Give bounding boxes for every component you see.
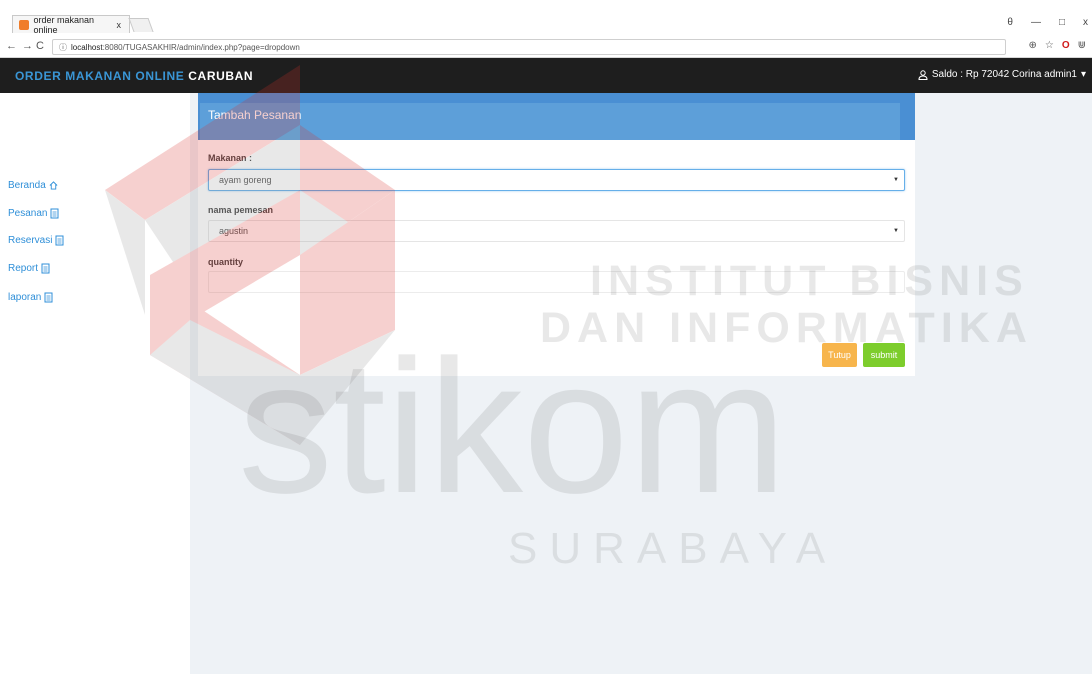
back-icon[interactable]: ←: [6, 40, 17, 52]
brand-name: ORDER MAKANAN ONLINE: [15, 69, 185, 83]
minimize-icon[interactable]: —: [1031, 17, 1041, 28]
sidebar-item-label: Pesanan: [8, 208, 48, 219]
select-caret-icon: ▼: [893, 228, 899, 234]
extension-icon[interactable]: ⋓: [1078, 40, 1086, 51]
tab-close-icon[interactable]: x: [117, 20, 122, 30]
tutup-button[interactable]: Tutup: [822, 343, 857, 367]
clipboard-icon: [41, 263, 50, 274]
browser-tabstrip: order makanan online x θ — □ x: [0, 0, 1092, 37]
brand-title[interactable]: ORDER MAKANAN ONLINE CARUBAN: [15, 69, 253, 83]
sidebar-item-report[interactable]: Report: [8, 263, 50, 274]
main-content: Tambah Pesanan Makanan : ayam goreng ▼ n…: [190, 93, 1092, 674]
nama-pemesan-select[interactable]: agustin ▼: [208, 220, 905, 242]
select-caret-icon: ▼: [893, 177, 899, 183]
sidebar-item-reservasi[interactable]: Reservasi: [8, 235, 64, 246]
maximize-icon[interactable]: □: [1059, 17, 1065, 28]
zoom-icon[interactable]: ⊕: [1028, 40, 1036, 51]
nama-pemesan-label: nama pemesan: [208, 205, 274, 215]
sidebar: Beranda Pesanan Reservasi Report laporan: [0, 93, 190, 674]
profile-icon[interactable]: θ: [1007, 17, 1013, 28]
app-navbar: ORDER MAKANAN ONLINE CARUBAN Saldo : Rp …: [0, 58, 1092, 93]
modal-header: Tambah Pesanan: [198, 93, 915, 140]
submit-button[interactable]: submit: [863, 343, 905, 367]
sidebar-item-label: laporan: [8, 292, 42, 303]
address-bar[interactable]: ⓘ localhost :8080/TUGASAKHIR/admin/index…: [52, 39, 1006, 55]
sidebar-item-pesanan[interactable]: Pesanan: [8, 208, 59, 219]
makanan-label: Makanan :: [208, 153, 253, 163]
clipboard-icon: [55, 235, 64, 246]
forward-icon[interactable]: →: [22, 40, 33, 52]
quantity-input[interactable]: [208, 271, 905, 293]
favicon-icon: [19, 19, 29, 30]
toolbar-icons: ⊕ ☆ O ⋓: [1028, 40, 1086, 51]
bookmark-star-icon[interactable]: ☆: [1045, 40, 1054, 51]
clipboard-icon: [50, 208, 59, 219]
nama-pemesan-selected-value: agustin: [219, 226, 249, 236]
quantity-label: quantity: [208, 257, 243, 267]
clipboard-icon: [44, 292, 53, 303]
info-icon: ⓘ: [59, 42, 67, 52]
browser-tab[interactable]: order makanan online x: [12, 14, 130, 35]
window-controls: θ — □ x: [1007, 17, 1092, 28]
sidebar-item-laporan[interactable]: laporan: [8, 292, 53, 303]
tab-title: order makanan online: [33, 14, 95, 35]
sidebar-item-label: Reservasi: [8, 235, 53, 246]
url-path: :8080/TUGASAKHIR/admin/index.php?page=dr…: [102, 42, 300, 52]
makanan-select[interactable]: ayam goreng ▼: [208, 169, 905, 191]
sidebar-item-label: Beranda: [8, 180, 46, 191]
user-saldo-text: Saldo : Rp 72042 Corina admin1: [931, 69, 1077, 80]
brand-city: CARUBAN: [188, 69, 254, 83]
url-host: localhost: [71, 42, 103, 52]
modal-header-band: [200, 103, 900, 140]
user-menu[interactable]: Saldo : Rp 72042 Corina admin1 ▾: [918, 69, 1086, 80]
caret-down-icon: ▾: [1080, 69, 1086, 80]
modal-title: Tambah Pesanan: [208, 108, 302, 122]
user-icon: [918, 69, 928, 80]
sidebar-item-label: Report: [8, 263, 39, 274]
tambah-pesanan-modal: Tambah Pesanan Makanan : ayam goreng ▼ n…: [198, 93, 915, 376]
new-tab-button[interactable]: [128, 18, 154, 32]
opera-icon[interactable]: O: [1062, 40, 1070, 51]
home-icon: [49, 181, 58, 190]
sidebar-item-beranda[interactable]: Beranda: [8, 180, 58, 191]
makanan-selected-value: ayam goreng: [219, 175, 272, 185]
close-icon[interactable]: x: [1083, 17, 1088, 28]
browser-toolbar: ← → C ⓘ localhost :8080/TUGASAKHIR/admin…: [0, 37, 1092, 58]
reload-icon[interactable]: C: [36, 40, 44, 52]
